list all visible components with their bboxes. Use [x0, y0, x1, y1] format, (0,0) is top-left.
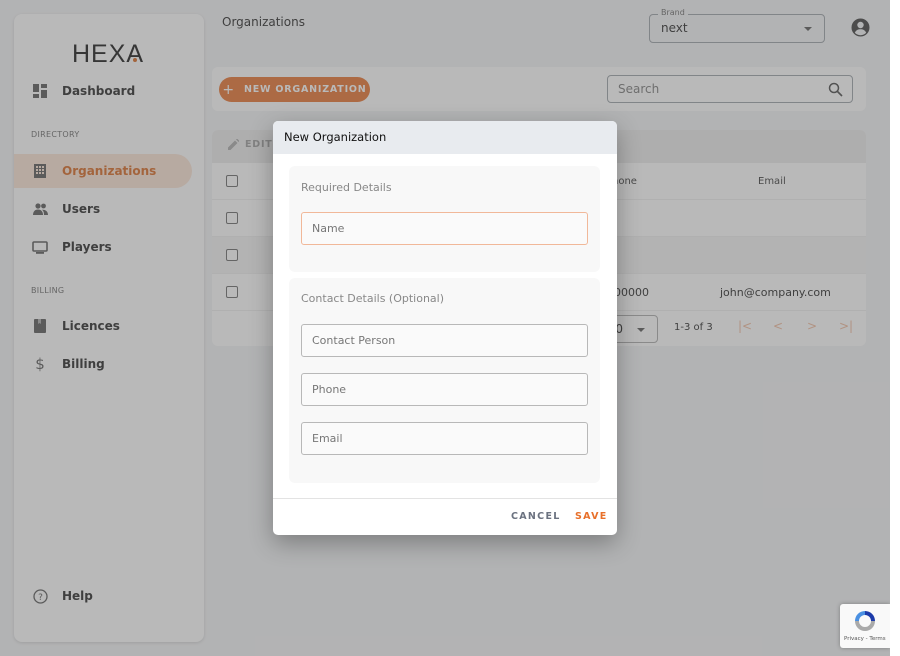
contact-person-input[interactable]: [302, 325, 587, 356]
name-input[interactable]: [302, 213, 587, 244]
dialog-divider: [273, 498, 617, 499]
new-organization-dialog: New Organization Required Details Contac…: [273, 121, 617, 535]
phone-field[interactable]: [301, 373, 588, 406]
email-field[interactable]: [301, 422, 588, 455]
contact-details-heading: Contact Details (Optional): [301, 292, 445, 305]
recaptcha-icon: [855, 611, 875, 631]
dialog-title: New Organization: [284, 130, 387, 144]
name-field[interactable]: [301, 212, 588, 245]
required-details-panel: Required Details: [289, 166, 600, 272]
cancel-button[interactable]: CANCEL: [511, 511, 561, 522]
page-edge: [890, 0, 900, 656]
contact-details-panel: Contact Details (Optional): [289, 278, 600, 483]
recaptcha-links[interactable]: Privacy - Terms: [844, 636, 886, 642]
contact-person-field[interactable]: [301, 324, 588, 357]
required-details-heading: Required Details: [301, 181, 392, 194]
app-shell: HEXA Dashboard DIRECTORY Organizations U…: [0, 0, 890, 656]
phone-input[interactable]: [302, 374, 587, 405]
dialog-header: New Organization: [273, 121, 617, 154]
recaptcha-badge[interactable]: Privacy - Terms: [840, 604, 890, 648]
save-button[interactable]: SAVE: [575, 511, 608, 522]
email-input[interactable]: [302, 423, 587, 454]
